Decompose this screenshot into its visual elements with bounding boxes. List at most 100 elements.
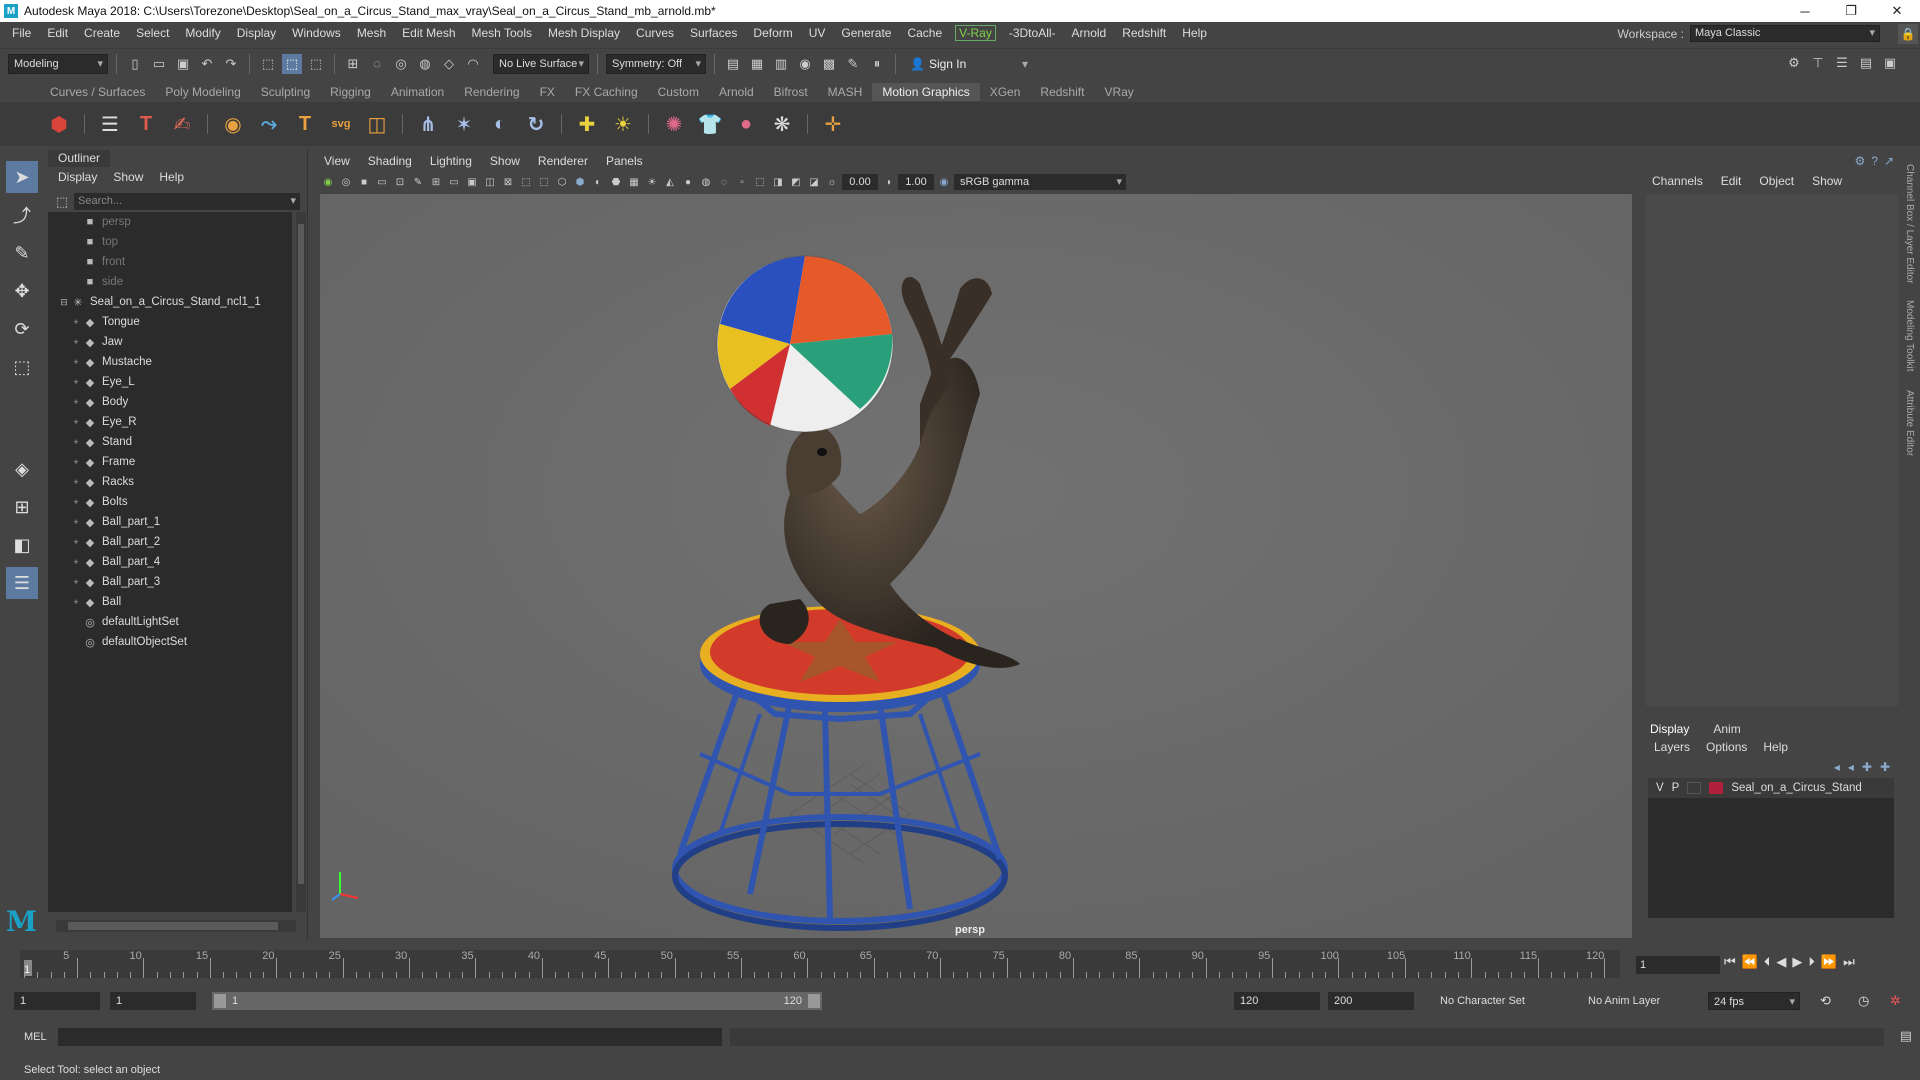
- layer-display-type[interactable]: [1687, 782, 1702, 794]
- shelf-tab-poly-modeling[interactable]: Poly Modeling: [155, 83, 250, 101]
- single-view-icon[interactable]: ◈: [6, 453, 38, 485]
- outliner-vscroll[interactable]: [296, 212, 306, 912]
- outliner-item-frame[interactable]: + ◆ Frame: [48, 452, 292, 472]
- curve-tool-icon[interactable]: ⤳: [254, 109, 284, 139]
- paint-select-icon[interactable]: ✎: [6, 237, 38, 269]
- gamma-field[interactable]: 1.00: [898, 174, 934, 190]
- shelf-tab-curves-surfaces[interactable]: Curves / Surfaces: [40, 83, 155, 101]
- outliner-item-defaultobjectset[interactable]: ◎ defaultObjectSet: [48, 632, 292, 652]
- move-layer-up-icon[interactable]: ◂: [1834, 760, 1840, 774]
- shelf-tab-motion-graphics[interactable]: Motion Graphics: [872, 83, 980, 101]
- current-frame-field[interactable]: 1: [1636, 956, 1720, 974]
- sun-light-icon[interactable]: ☀: [608, 109, 638, 139]
- outliner-item-bolts-expander[interactable]: +: [70, 497, 82, 507]
- view-transform-dropdown[interactable]: sRGB gamma: [954, 174, 1126, 190]
- outliner-menu-help[interactable]: Help: [159, 170, 184, 186]
- channelbox-menu-edit[interactable]: Edit: [1721, 174, 1742, 188]
- outliner-item-ball-expander[interactable]: +: [70, 597, 82, 607]
- outliner-item-ball-part-1[interactable]: + ◆ Ball_part_1: [48, 512, 292, 532]
- outliner-filter-icon[interactable]: ⬚: [52, 192, 72, 212]
- field-chart-icon[interactable]: ⊠: [500, 174, 516, 190]
- safe-title-icon[interactable]: ⬚: [536, 174, 552, 190]
- ambient-occlusion-icon[interactable]: ●: [680, 174, 696, 190]
- menu-help[interactable]: Help: [1174, 26, 1215, 40]
- outliner-layout-icon[interactable]: ☰: [6, 567, 38, 599]
- layer-menu-options[interactable]: Options: [1706, 740, 1747, 754]
- outliner-item-top[interactable]: ■ top: [48, 232, 292, 252]
- four-view-icon[interactable]: ⊞: [6, 491, 38, 523]
- go-to-end-icon[interactable]: ⏭: [1843, 954, 1855, 970]
- menu-v-ray[interactable]: V-Ray: [955, 25, 996, 41]
- new-layer-selected-icon[interactable]: ✚: [1880, 760, 1890, 774]
- exposure-field[interactable]: 0.00: [842, 174, 878, 190]
- tool-settings-icon[interactable]: ☰: [1832, 53, 1852, 73]
- shelf-tab-arnold[interactable]: Arnold: [709, 83, 764, 101]
- outliner-item-tongue[interactable]: + ◆ Tongue: [48, 312, 292, 332]
- lasso-tool-icon[interactable]: ⤴: [6, 199, 38, 231]
- outliner-item-ball-part-3[interactable]: + ◆ Ball_part_3: [48, 572, 292, 592]
- channelbox-help-icon[interactable]: ?: [1871, 154, 1878, 168]
- menu-set-dropdown[interactable]: Modeling: [8, 53, 108, 74]
- channelbox-float-icon[interactable]: ↗: [1884, 154, 1894, 168]
- outliner-item-stand-expander[interactable]: +: [70, 437, 82, 447]
- menu-generate[interactable]: Generate: [833, 26, 899, 40]
- playback-end-field[interactable]: 120: [1234, 992, 1320, 1010]
- new-layer-icon[interactable]: ✚: [1862, 760, 1872, 774]
- outliner-item-root-expander[interactable]: ⊟: [58, 297, 70, 308]
- particles-icon[interactable]: ❋: [767, 109, 797, 139]
- outliner-item-mustache[interactable]: + ◆ Mustache: [48, 352, 292, 372]
- script-editor-icon[interactable]: ▤: [1900, 1028, 1912, 1044]
- outliner-menu-display[interactable]: Display: [58, 170, 97, 186]
- snap-curve-icon[interactable]: ◌: [367, 54, 387, 74]
- shelf-tab-custom[interactable]: Custom: [648, 83, 709, 101]
- menu-display[interactable]: Display: [229, 26, 284, 40]
- xray-joints-icon[interactable]: ◩: [788, 174, 804, 190]
- outliner-item-eye-r[interactable]: + ◆ Eye_R: [48, 412, 292, 432]
- layer-playback-toggle[interactable]: P: [1672, 782, 1680, 794]
- wave-deformer-icon[interactable]: ✶: [449, 109, 479, 139]
- shelf-tab-xgen[interactable]: XGen: [980, 83, 1031, 101]
- anim-layer-dropdown[interactable]: No Anim Layer: [1588, 992, 1660, 1010]
- wireframe-icon[interactable]: ⬡: [554, 174, 570, 190]
- gate-mask-icon[interactable]: ◫: [482, 174, 498, 190]
- xray-icon[interactable]: ◨: [770, 174, 786, 190]
- fps-dropdown[interactable]: 24 fps: [1708, 992, 1800, 1011]
- layer-menu-layers[interactable]: Layers: [1654, 740, 1690, 754]
- undo-icon[interactable]: ↶: [197, 54, 217, 74]
- side-tab-attribute-editor[interactable]: Attribute Editor: [1904, 390, 1915, 456]
- outliner-item-defaultlightset[interactable]: ◎ defaultLightSet: [48, 612, 292, 632]
- channelbox-menu-object[interactable]: Object: [1759, 174, 1794, 188]
- lock-icon[interactable]: 🔒: [1898, 24, 1918, 44]
- type-tool-icon[interactable]: T: [131, 109, 161, 139]
- hypershade-icon[interactable]: ▩: [819, 54, 839, 74]
- safe-action-icon[interactable]: ⬚: [518, 174, 534, 190]
- textured-icon[interactable]: ▦: [626, 174, 642, 190]
- paint-icon[interactable]: ✍: [167, 109, 197, 139]
- gamma-icon[interactable]: ◑: [880, 174, 896, 190]
- layer-row[interactable]: V P Seal_on_a_Circus_Stand: [1648, 778, 1894, 798]
- shelf-tab-rigging[interactable]: Rigging: [320, 83, 381, 101]
- new-scene-icon[interactable]: ▯: [125, 54, 145, 74]
- smooth-shade-icon[interactable]: ⬢: [572, 174, 588, 190]
- outliner-item-persp[interactable]: ■ persp: [48, 212, 292, 232]
- 2d-pan-icon[interactable]: ⊡: [392, 174, 408, 190]
- script-language-toggle[interactable]: MEL: [24, 1028, 47, 1046]
- shelf-tab-fx[interactable]: FX: [530, 83, 565, 101]
- viewport-menu-view[interactable]: View: [324, 152, 350, 170]
- camera-attr-icon[interactable]: ◎: [338, 174, 354, 190]
- sparkle-plus-icon[interactable]: ✚: [572, 109, 602, 139]
- dynamics-icon[interactable]: ✺: [659, 109, 689, 139]
- snap-surface-icon[interactable]: ◇: [439, 54, 459, 74]
- anim-prefs-icon[interactable]: ✲: [1890, 992, 1901, 1010]
- select-hierarchy-icon[interactable]: ⬚: [258, 54, 278, 74]
- outliner-item-ball-part-3-expander[interactable]: +: [70, 577, 82, 587]
- layer-visibility-toggle[interactable]: V: [1656, 782, 1664, 794]
- outliner-item-side[interactable]: ■ side: [48, 272, 292, 292]
- side-tab-channel-box-layer-editor[interactable]: Channel Box / Layer Editor: [1904, 164, 1915, 284]
- menu-uv[interactable]: UV: [801, 26, 834, 40]
- outliner-search-input[interactable]: Search...: [74, 193, 300, 210]
- bookmark-icon[interactable]: ■: [356, 174, 372, 190]
- shelf-tab-vray[interactable]: VRay: [1094, 83, 1143, 101]
- modeling-toolkit-icon[interactable]: ⚙: [1784, 53, 1804, 73]
- play-back-icon[interactable]: ◀: [1776, 954, 1786, 970]
